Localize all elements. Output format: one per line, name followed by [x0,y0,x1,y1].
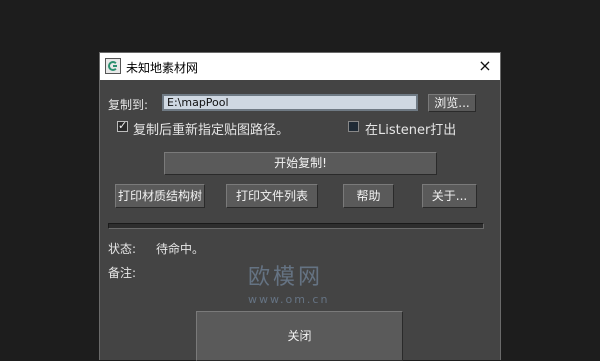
about-button[interactable]: 关于... [422,184,477,208]
close-button[interactable]: 关闭 [196,311,403,361]
title-bar: 未知地素材网 × [100,53,500,80]
print-file-list-button[interactable]: 打印文件列表 [226,184,318,208]
close-icon[interactable]: × [474,56,496,76]
relink-checkbox[interactable] [117,119,128,132]
listener-checkbox[interactable] [348,121,359,132]
status-value: 待命中。 [156,242,205,256]
listener-label: 在Listener打出 [365,123,457,138]
relink-label: 复制后重新指定贴图路径。 [133,123,290,138]
copy-dialog: 未知地素材网 × 复制到: 浏览... 复制后重新指定贴图路径。 在Listen… [99,52,501,361]
note-label: 备注: [108,266,137,280]
browse-button[interactable]: 浏览... [428,94,476,112]
app-icon [105,58,121,74]
copy-to-label: 复制到: [108,98,149,112]
start-copy-button[interactable]: 开始复制! [164,152,437,175]
print-material-tree-button[interactable]: 打印材质结构树 [115,184,205,208]
help-button[interactable]: 帮助 [343,184,394,208]
watermark-url: www.om.cn [248,293,330,306]
watermark: 欧模网 www.om.cn [248,259,329,306]
status-label: 状态: [108,242,137,256]
watermark-logo-text: 欧模网 [248,265,324,290]
progress-bar [108,223,484,229]
copy-to-path-input[interactable] [162,94,418,111]
window-title: 未知地素材网 [126,61,199,75]
